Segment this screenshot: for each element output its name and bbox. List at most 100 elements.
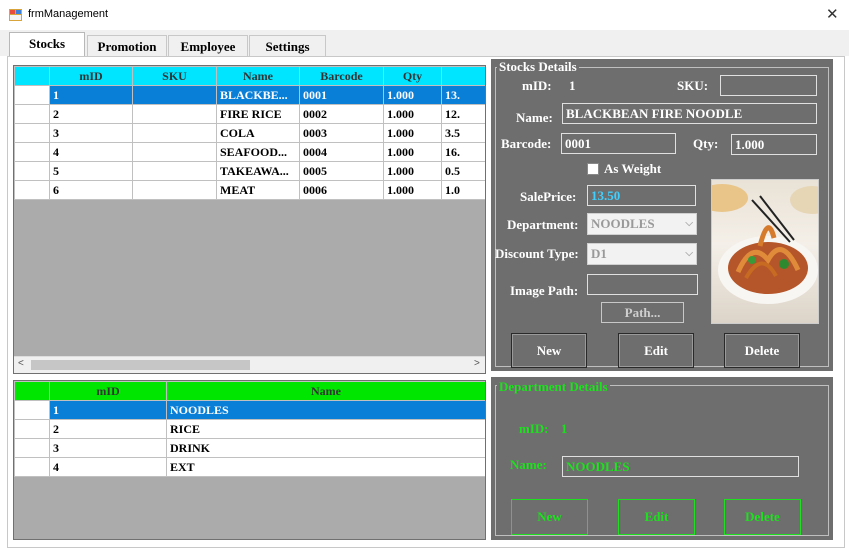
cell-price[interactable]: 12. [441, 104, 485, 124]
cell-sku[interactable] [132, 123, 217, 143]
row-header[interactable]: ▷ [14, 85, 50, 105]
cell-qty[interactable]: 1.000 [383, 161, 442, 181]
cell-mid[interactable]: 1 [49, 400, 167, 420]
image-path-field[interactable] [587, 274, 698, 295]
cell-mid[interactable]: 1 [49, 85, 133, 105]
cell-mid[interactable]: 4 [49, 142, 133, 162]
cell-sku[interactable] [132, 161, 217, 181]
cell-name[interactable]: BLACKBE... [216, 85, 300, 105]
cell-sku[interactable] [132, 180, 217, 200]
cell-name[interactable]: RICE [166, 419, 485, 439]
row-header[interactable] [14, 161, 50, 181]
scroll-left-icon[interactable]: < [18, 358, 24, 369]
dept-edit-button[interactable]: Edit [618, 499, 695, 535]
row-header[interactable] [14, 457, 50, 477]
cell-qty[interactable]: 1.000 [383, 142, 442, 162]
col-header-price[interactable] [441, 66, 485, 86]
row-header[interactable] [14, 419, 50, 439]
dept-new-button[interactable]: New [511, 499, 588, 535]
scroll-thumb[interactable] [31, 360, 250, 370]
cell-name[interactable]: COLA [216, 123, 300, 143]
cell-mid[interactable]: 3 [49, 123, 133, 143]
cell-mid[interactable]: 2 [49, 104, 133, 124]
cell-qty[interactable]: 1.000 [383, 123, 442, 143]
table-row[interactable]: ▷ 1 NOODLES [14, 400, 485, 420]
cell-mid[interactable]: 4 [49, 457, 167, 477]
cell-mid[interactable]: 2 [49, 419, 167, 439]
cell-barcode[interactable]: 0006 [299, 180, 384, 200]
tab-stocks[interactable]: Stocks [9, 32, 85, 58]
tab-promotion[interactable]: Promotion [87, 35, 167, 57]
cell-price[interactable]: 1.0 [441, 180, 485, 200]
cell-mid[interactable]: 3 [49, 438, 167, 458]
discount-type-dropdown[interactable]: D1 ⌵ [587, 243, 697, 265]
cell-qty[interactable]: 1.000 [383, 180, 442, 200]
row-header[interactable] [14, 180, 50, 200]
col-header-qty[interactable]: Qty [383, 66, 442, 86]
table-row[interactable]: 2 FIRE RICE 0002 1.000 12. [14, 104, 485, 124]
department-dropdown[interactable]: NOODLES ⌵ [587, 213, 697, 235]
col-header-barcode[interactable]: Barcode [299, 66, 384, 86]
cell-name[interactable]: MEAT [216, 180, 300, 200]
table-row[interactable]: 4 SEAFOOD... 0004 1.000 16. [14, 142, 485, 162]
barcode-field[interactable]: 0001 [561, 133, 676, 154]
row-header[interactable] [14, 142, 50, 162]
cell-mid[interactable]: 5 [49, 161, 133, 181]
cell-barcode[interactable]: 0001 [299, 85, 384, 105]
stocks-grid[interactable]: mID SKU Name Barcode Qty ▷ 1 BLACKBE... 000… [13, 65, 486, 374]
as-weight-checkbox[interactable] [587, 163, 599, 175]
cell-name[interactable]: NOODLES [166, 400, 485, 420]
cell-mid[interactable]: 6 [49, 180, 133, 200]
department-grid[interactable]: mID Name ▷ 1 NOODLES 2 RICE 3 DRINK 4 EXT [13, 380, 486, 540]
cell-barcode[interactable]: 0005 [299, 161, 384, 181]
cell-sku[interactable] [132, 142, 217, 162]
col-header-sku[interactable]: SKU [132, 66, 217, 86]
stock-delete-button[interactable]: Delete [724, 333, 800, 368]
stock-new-button[interactable]: New [511, 333, 587, 368]
table-row[interactable]: 6 MEAT 0006 1.000 1.0 [14, 180, 485, 200]
dept-name-field[interactable]: NOODLES [562, 456, 799, 477]
stock-edit-button[interactable]: Edit [618, 333, 694, 368]
dept-delete-button[interactable]: Delete [724, 499, 801, 535]
cell-price[interactable]: 16. [441, 142, 485, 162]
cell-name[interactable]: DRINK [166, 438, 485, 458]
cell-price[interactable]: 13. [441, 85, 485, 105]
sku-field[interactable] [720, 75, 817, 96]
cell-qty[interactable]: 1.000 [383, 85, 442, 105]
table-row[interactable]: 4 EXT [14, 457, 485, 477]
cell-name[interactable]: TAKEAWA... [216, 161, 300, 181]
tab-employee[interactable]: Employee [168, 35, 248, 57]
table-row[interactable]: 2 RICE [14, 419, 485, 439]
scroll-right-icon[interactable]: > [474, 358, 480, 369]
col-header-name[interactable]: Name [216, 66, 300, 86]
cell-price[interactable]: 0.5 [441, 161, 485, 181]
stocks-grid-hscrollbar[interactable]: < > [14, 356, 485, 373]
tab-settings[interactable]: Settings [249, 35, 326, 57]
close-icon[interactable]: ✕ [826, 5, 839, 23]
qty-field[interactable]: 1.000 [731, 134, 817, 155]
cell-qty[interactable]: 1.000 [383, 104, 442, 124]
cell-price[interactable]: 3.5 [441, 123, 485, 143]
cell-barcode[interactable]: 0002 [299, 104, 384, 124]
cell-sku[interactable] [132, 104, 217, 124]
row-header[interactable] [14, 438, 50, 458]
cell-name[interactable]: SEAFOOD... [216, 142, 300, 162]
table-row[interactable]: 3 DRINK [14, 438, 485, 458]
name-field[interactable]: BLACKBEAN FIRE NOODLE [562, 103, 817, 124]
table-row[interactable]: 3 COLA 0003 1.000 3.5 [14, 123, 485, 143]
row-header[interactable]: ▷ [14, 400, 50, 420]
col-header-name[interactable]: Name [166, 381, 485, 401]
path-button[interactable]: Path... [601, 302, 684, 323]
cell-barcode[interactable]: 0004 [299, 142, 384, 162]
col-header-mid[interactable]: mID [49, 381, 167, 401]
cell-name[interactable]: FIRE RICE [216, 104, 300, 124]
cell-name[interactable]: EXT [166, 457, 485, 477]
cell-barcode[interactable]: 0003 [299, 123, 384, 143]
table-row[interactable]: ▷ 1 BLACKBE... 0001 1.000 13. [14, 85, 485, 105]
saleprice-field[interactable]: 13.50 [587, 185, 696, 206]
cell-sku[interactable] [132, 85, 217, 105]
row-header[interactable] [14, 123, 50, 143]
table-row[interactable]: 5 TAKEAWA... 0005 1.000 0.5 [14, 161, 485, 181]
row-header[interactable] [14, 104, 50, 124]
col-header-mid[interactable]: mID [49, 66, 133, 86]
